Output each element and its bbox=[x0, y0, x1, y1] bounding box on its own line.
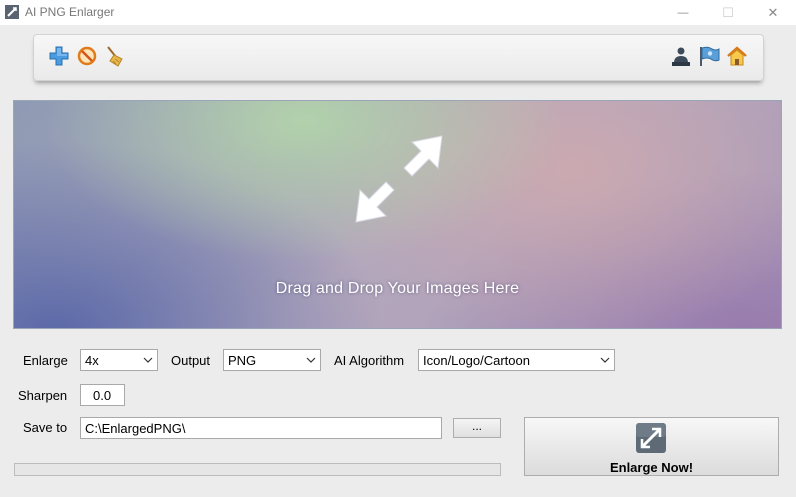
enlarge-select[interactable]: 4x bbox=[80, 349, 158, 371]
flag-icon[interactable] bbox=[698, 45, 720, 67]
close-icon: ✕ bbox=[767, 4, 779, 20]
enlarge-select-value: 4x bbox=[85, 353, 99, 368]
browse-button[interactable]: ... bbox=[453, 418, 501, 438]
save-to-input-value: C:\EnlargedPNG\ bbox=[85, 421, 186, 436]
enlarge-label: Enlarge bbox=[23, 353, 68, 368]
close-button[interactable]: ✕ bbox=[750, 0, 796, 25]
ai-algorithm-select[interactable]: Icon/Logo/Cartoon bbox=[418, 349, 615, 371]
enlarge-now-label: Enlarge Now! bbox=[609, 460, 694, 475]
resize-arrow-icon bbox=[355, 135, 443, 223]
minimize-icon: — bbox=[677, 6, 689, 19]
maximize-icon: ☐ bbox=[722, 4, 734, 20]
enlarge-icon bbox=[636, 423, 666, 453]
ai-algorithm-label: AI Algorithm bbox=[334, 353, 405, 368]
progress-bar bbox=[14, 463, 501, 476]
output-label: Output bbox=[171, 353, 211, 368]
sharpen-label: Sharpen bbox=[18, 388, 68, 403]
sharpen-input-value: 0.0 bbox=[93, 388, 112, 403]
window-title: AI PNG Enlarger bbox=[25, 5, 115, 19]
add-icon[interactable] bbox=[48, 45, 70, 67]
ai-algorithm-select-value: Icon/Logo/Cartoon bbox=[423, 353, 530, 368]
chevron-down-icon bbox=[143, 357, 153, 363]
sharpen-input[interactable]: 0.0 bbox=[80, 384, 125, 406]
enlarge-now-button[interactable]: Enlarge Now! bbox=[524, 417, 779, 476]
toolbar bbox=[33, 34, 764, 81]
output-select[interactable]: PNG bbox=[223, 349, 321, 371]
maximize-button[interactable]: ☐ bbox=[705, 0, 751, 25]
output-select-value: PNG bbox=[228, 353, 257, 368]
clear-broom-icon[interactable] bbox=[104, 45, 126, 67]
chevron-down-icon bbox=[600, 357, 610, 363]
user-icon[interactable] bbox=[670, 45, 692, 67]
drop-zone[interactable]: Drag and Drop Your Images Here bbox=[13, 100, 782, 329]
save-to-input[interactable]: C:\EnlargedPNG\ bbox=[80, 417, 442, 439]
title-bar: AI PNG Enlarger — ☐ ✕ bbox=[0, 0, 796, 25]
browse-button-label: ... bbox=[471, 418, 482, 433]
chevron-down-icon bbox=[306, 357, 316, 363]
minimize-button[interactable]: — bbox=[660, 0, 706, 25]
drop-zone-text: Drag and Drop Your Images Here bbox=[275, 280, 520, 297]
remove-icon[interactable] bbox=[76, 45, 98, 67]
app-icon bbox=[5, 5, 19, 19]
home-icon[interactable] bbox=[726, 45, 748, 67]
save-to-label: Save to bbox=[23, 420, 68, 435]
